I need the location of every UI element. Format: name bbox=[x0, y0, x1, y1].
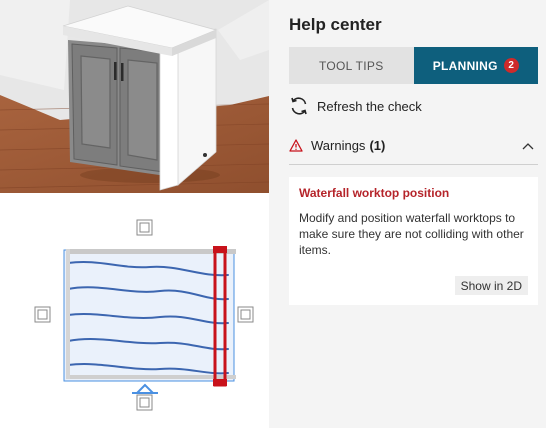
placement-handle-right[interactable] bbox=[237, 306, 254, 323]
warning-description: Modify and position waterfall worktops t… bbox=[299, 211, 524, 257]
plan-drawing bbox=[34, 219, 254, 411]
placement-handle-left[interactable] bbox=[34, 306, 51, 323]
warning-triangle-icon bbox=[289, 139, 303, 152]
tab-tool-tips[interactable]: TOOL TIPS bbox=[289, 47, 414, 84]
cabinet-footprint[interactable] bbox=[63, 249, 235, 382]
placement-handle-bottom[interactable] bbox=[136, 394, 153, 411]
placement-handle-top[interactable] bbox=[136, 219, 153, 236]
refresh-check-button[interactable]: Refresh the check bbox=[289, 96, 422, 116]
warnings-count: (1) bbox=[369, 138, 386, 153]
tab-planning-label: PLANNING bbox=[432, 58, 498, 73]
show-in-2d-button[interactable]: Show in 2D bbox=[454, 276, 528, 295]
chevron-up-icon[interactable] bbox=[522, 142, 534, 150]
warnings-section-header[interactable]: Warnings (1) bbox=[289, 127, 538, 165]
warning-title: Waterfall worktop position bbox=[299, 186, 450, 200]
tab-planning[interactable]: PLANNING 2 bbox=[413, 47, 538, 84]
3d-viewport[interactable] bbox=[0, 0, 269, 193]
help-center-tabs: TOOL TIPS PLANNING 2 bbox=[289, 47, 538, 84]
refresh-check-label: Refresh the check bbox=[317, 98, 422, 114]
warning-card: Waterfall worktop position Modify and po… bbox=[289, 177, 538, 305]
tab-tool-tips-label: TOOL TIPS bbox=[319, 58, 384, 73]
cabinet-3d-render bbox=[0, 0, 269, 193]
front-direction-icon bbox=[132, 383, 158, 394]
refresh-icon bbox=[289, 96, 317, 116]
2d-plan-viewport[interactable] bbox=[0, 193, 269, 428]
help-center-panel: Help center TOOL TIPS PLANNING 2 Refresh… bbox=[269, 0, 546, 428]
planning-count-badge: 2 bbox=[503, 58, 519, 73]
warnings-label: Warnings bbox=[311, 138, 366, 153]
help-center-title: Help center bbox=[289, 15, 382, 34]
